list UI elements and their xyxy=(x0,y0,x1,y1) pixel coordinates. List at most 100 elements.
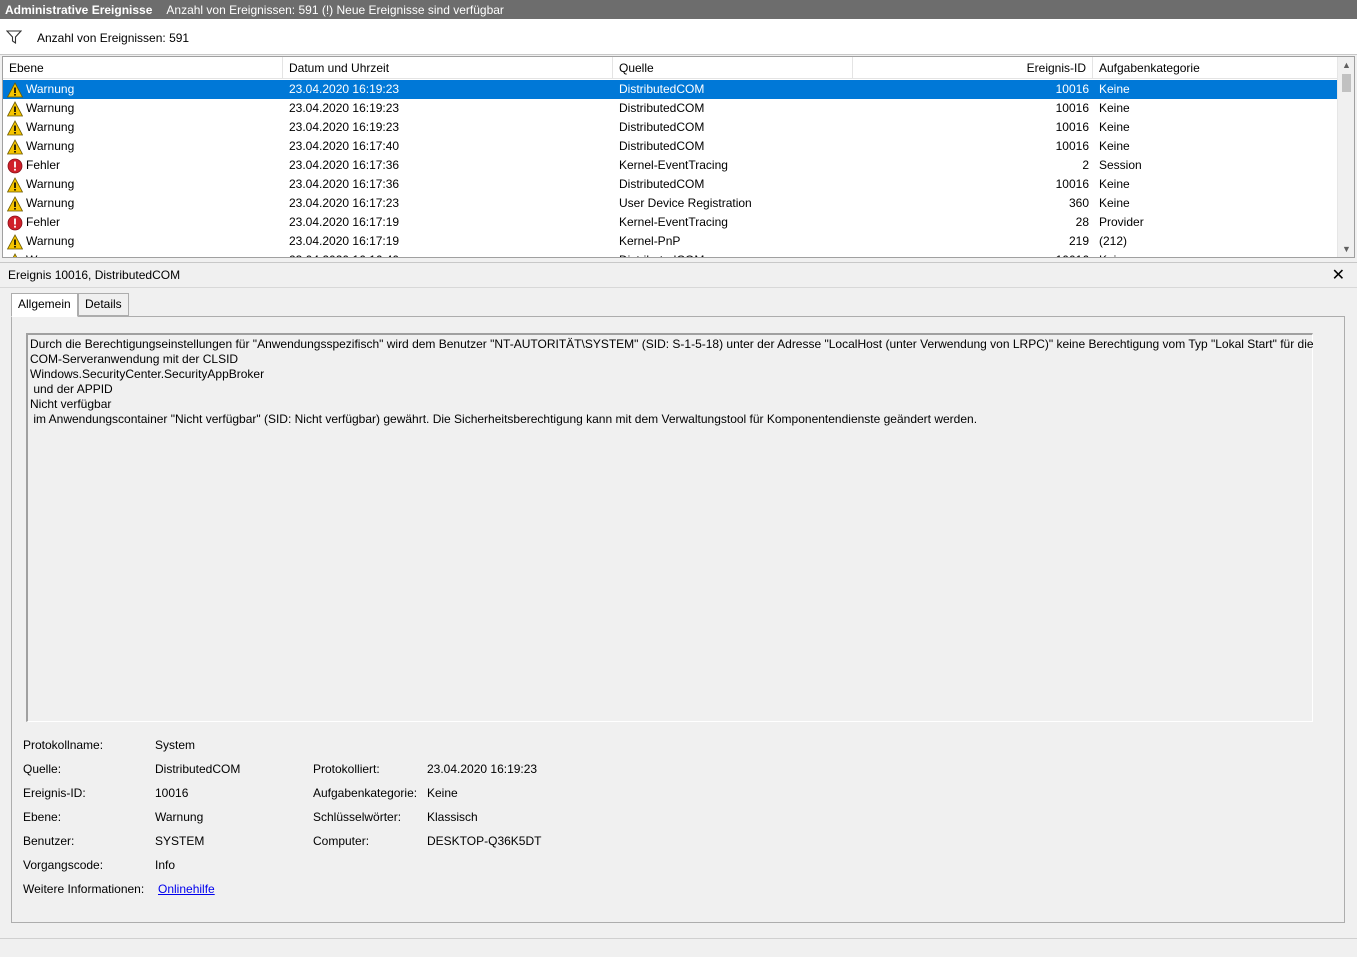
cell-date: 23.04.2020 16:17:19 xyxy=(289,215,400,229)
cell-level: Warnung xyxy=(7,80,277,99)
column-header-source[interactable]: Quelle xyxy=(613,57,853,79)
event-row[interactable]: Warnung 23.04.2020 16:19:23 DistributedCOM… xyxy=(3,118,1337,137)
cell-category: Keine xyxy=(1099,251,1130,257)
level-text: Warnung xyxy=(26,101,75,115)
cell-source: DistributedCOM xyxy=(619,120,705,134)
cell-source: Kernel-EventTracing xyxy=(619,215,728,229)
prop-value-user: SYSTEM xyxy=(155,834,205,848)
prop-value-level: Warnung xyxy=(155,810,204,824)
cell-level: Warnung xyxy=(7,232,277,251)
list-scrollbar[interactable]: ▲ ▼ xyxy=(1337,57,1354,257)
description-line: und der APPID xyxy=(30,382,113,396)
prop-label-task-category: Aufgabenkategorie: xyxy=(313,786,418,800)
cell-category: Keine xyxy=(1099,196,1130,210)
event-row[interactable]: Warnung 23.04.2020 16:16:40 DistributedCOM… xyxy=(3,251,1337,257)
cell-source: DistributedCOM xyxy=(619,82,705,96)
event-row[interactable]: Warnung 23.04.2020 16:19:23 DistributedCOM… xyxy=(3,80,1337,99)
prop-label-event-id: Ereignis-ID: xyxy=(23,786,86,800)
cell-date: 23.04.2020 16:16:40 xyxy=(289,251,399,257)
level-text: Warnung xyxy=(26,196,75,210)
scroll-thumb[interactable] xyxy=(1342,74,1351,92)
prop-value-opcode: Info xyxy=(155,858,176,872)
cell-level: Warnung xyxy=(7,137,277,156)
prop-label-source: Quelle: xyxy=(23,762,62,776)
cell-date: 23.04.2020 16:19:23 xyxy=(289,120,400,134)
level-text: Warnung xyxy=(26,120,75,134)
cell-event-id: 10016 xyxy=(1055,120,1089,134)
event-row[interactable]: Warnung 23.04.2020 16:17:23 User Device Re… xyxy=(3,194,1337,213)
scroll-down-icon[interactable]: ▼ xyxy=(1338,242,1354,256)
level-text: Warnung xyxy=(26,234,75,248)
prop-label-level: Ebene: xyxy=(23,810,62,824)
description-line: im Anwendungscontainer "Nicht verfügbar"… xyxy=(30,412,978,426)
warning-icon xyxy=(7,176,23,192)
cell-source: Kernel-PnP xyxy=(619,234,681,248)
event-list[interactable]: Ebene Datum und Uhrzeit Quelle Ereignis-… xyxy=(2,56,1355,258)
warning-icon xyxy=(7,100,23,116)
event-row[interactable]: Warnung 23.04.2020 16:17:19 Kernel-PnP 219 (… xyxy=(3,232,1337,251)
column-header-level[interactable]: Ebene xyxy=(3,57,283,79)
cell-level: Warnung xyxy=(7,194,277,213)
cell-source: DistributedCOM xyxy=(619,101,705,115)
event-count-info: Anzahl von Ereignissen: 591 (!) Neue Ere… xyxy=(166,2,504,17)
cell-source: Kernel-EventTracing xyxy=(619,158,728,172)
prop-value-log-name: System xyxy=(155,738,196,752)
cell-category: Keine xyxy=(1099,120,1130,134)
prop-value-computer: DESKTOP-Q36K5DT xyxy=(427,834,542,848)
cell-level: Fehler xyxy=(7,213,277,232)
prop-value-logged: 23.04.2020 16:19:23 xyxy=(427,762,538,776)
cell-source: DistributedCOM xyxy=(619,139,705,153)
cell-category: Keine xyxy=(1099,177,1130,191)
description-line: Nicht verfügbar xyxy=(30,397,112,411)
online-help-link[interactable]: Onlinehilfe xyxy=(158,882,215,896)
event-row[interactable]: Warnung 23.04.2020 16:17:36 DistributedCOM… xyxy=(3,175,1337,194)
level-text: Fehler xyxy=(26,158,61,172)
event-row[interactable]: Warnung 23.04.2020 16:19:23 DistributedCOM… xyxy=(3,99,1337,118)
event-row[interactable]: Fehler 23.04.2020 16:17:36 Kernel-EventTra… xyxy=(3,156,1337,175)
view-title: Administrative Ereignisse xyxy=(5,2,153,17)
event-rows: Warnung 23.04.2020 16:19:23 DistributedCOM… xyxy=(3,80,1337,257)
cell-date: 23.04.2020 16:17:23 xyxy=(289,196,400,210)
cell-category: Session xyxy=(1099,158,1142,172)
error-icon xyxy=(7,215,23,230)
cell-category: Keine xyxy=(1099,101,1130,115)
warning-icon xyxy=(7,81,23,97)
cell-level: Warnung xyxy=(7,251,277,257)
close-icon[interactable]: ✕ xyxy=(1332,265,1345,285)
column-header-event-id[interactable]: Ereignis-ID xyxy=(853,57,1093,79)
tab-allgemein[interactable]: Allgemein xyxy=(11,293,78,317)
prop-value-task-category: Keine xyxy=(427,786,458,800)
cell-date: 23.04.2020 16:17:36 xyxy=(289,158,400,172)
event-row[interactable]: Fehler 23.04.2020 16:17:19 Kernel-EventTra… xyxy=(3,213,1337,232)
cell-source: DistributedCOM xyxy=(619,177,705,191)
column-header-category[interactable]: Aufgabenkategorie xyxy=(1093,57,1337,79)
description-line: Durch die Berechtigungseinstellungen für… xyxy=(30,337,1314,351)
filter-count-label: Anzahl von Ereignissen: 591 xyxy=(37,31,190,45)
level-text: Warnung xyxy=(26,139,75,153)
level-text: Warnung xyxy=(26,82,75,96)
warning-icon xyxy=(12,252,18,257)
scroll-up-icon[interactable]: ▲ xyxy=(1338,58,1354,72)
tab-details[interactable]: Details xyxy=(78,293,129,316)
cell-date: 23.04.2020 16:17:19 xyxy=(289,234,400,248)
detail-header: Ereignis 10016, DistributedCOM ✕ xyxy=(0,262,1357,288)
event-row[interactable]: Warnung 23.04.2020 16:17:40 DistributedCOM… xyxy=(3,137,1337,156)
event-description[interactable]: Durch die Berechtigungseinstellungen für… xyxy=(26,333,1314,722)
cell-event-id: 10016 xyxy=(1055,177,1089,191)
detail-title: Ereignis 10016, DistributedCOM xyxy=(8,268,181,282)
tab-panel-general: Durch die Berechtigungseinstellungen für… xyxy=(11,316,1345,923)
cell-source: User Device Registration xyxy=(619,196,752,210)
prop-label-computer: Computer: xyxy=(313,834,370,848)
cell-category: (212) xyxy=(1099,234,1128,248)
cell-level: Fehler xyxy=(7,156,277,175)
prop-value-keywords: Klassisch xyxy=(427,810,478,824)
list-header: Ebene Datum und Uhrzeit Quelle Ereignis-… xyxy=(3,57,1337,80)
prop-label-user: Benutzer: xyxy=(23,834,75,848)
filter-icon[interactable] xyxy=(6,30,22,44)
column-header-date[interactable]: Datum und Uhrzeit xyxy=(283,57,613,79)
description-line: COM-Serveranwendung mit der CLSID xyxy=(30,352,239,366)
cell-event-id: 10016 xyxy=(1055,82,1089,96)
cell-event-id: 219 xyxy=(1068,234,1089,248)
level-text: Warnung xyxy=(26,251,74,257)
cell-event-id: 2 xyxy=(1082,158,1089,172)
